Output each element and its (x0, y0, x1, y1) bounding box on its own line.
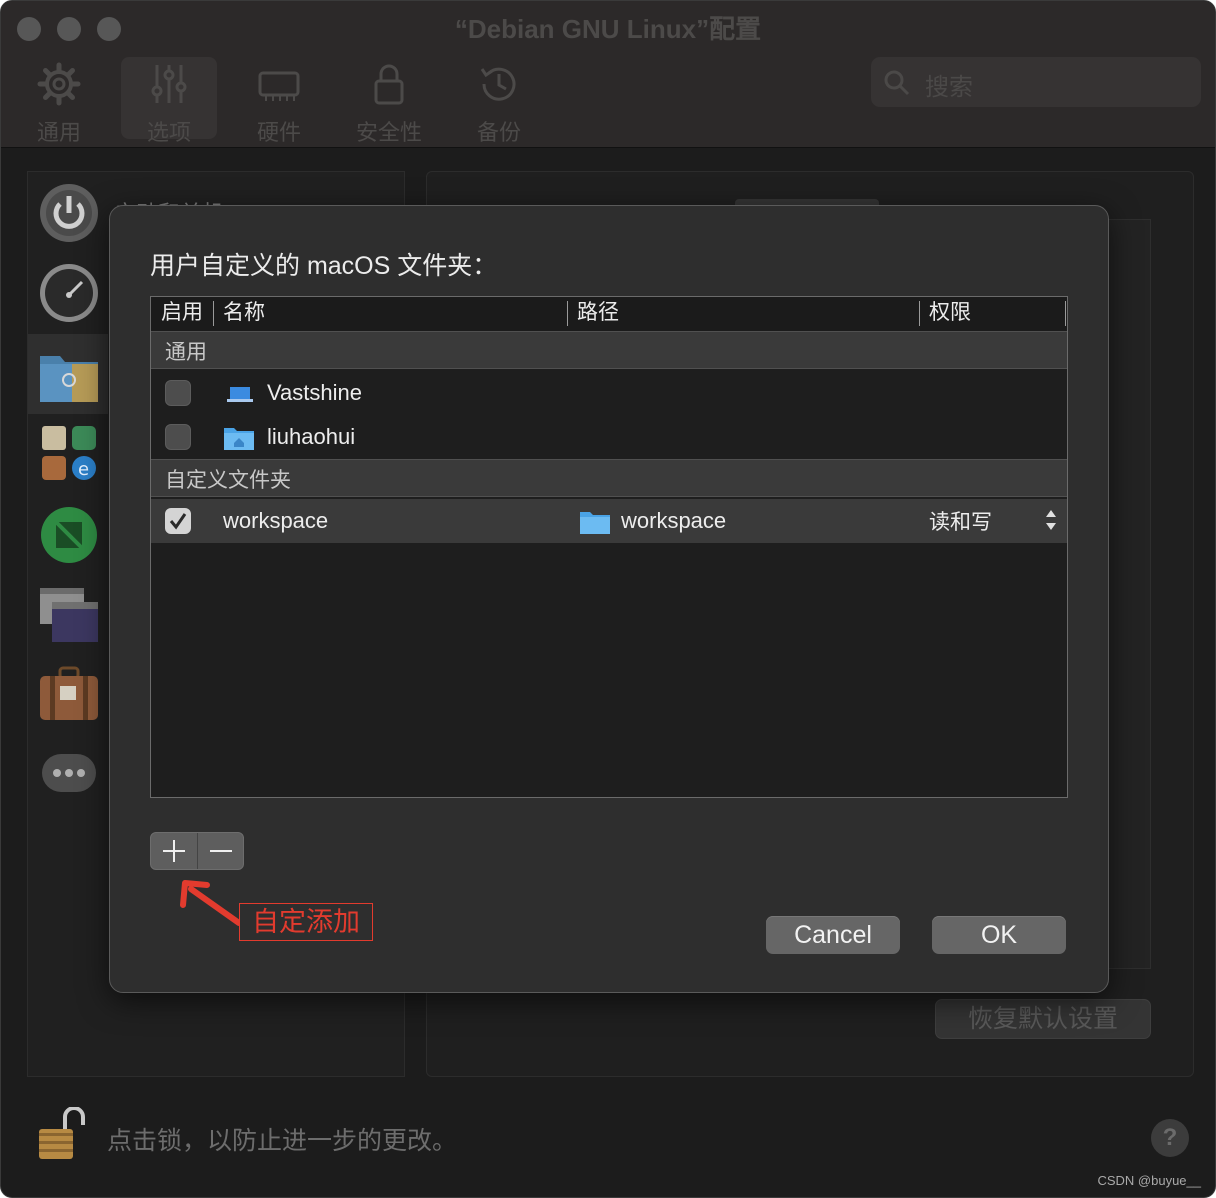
add-remove-control (150, 832, 244, 870)
toolbar-security[interactable]: 安全性 (341, 57, 437, 145)
toolbar-hardware[interactable]: 硬件 (231, 57, 327, 145)
sliders-icon (151, 65, 187, 103)
clock-history-icon (480, 67, 516, 101)
apps-icon[interactable]: e (38, 422, 100, 484)
annotation-arrow-icon (180, 880, 242, 926)
permission-select[interactable]: 读和写 (929, 506, 992, 536)
gauge-icon[interactable] (38, 262, 100, 324)
toolbar-general[interactable]: 通用 (11, 57, 107, 145)
toolbar-backup-label: 备份 (476, 120, 521, 145)
enable-checkbox[interactable] (165, 424, 191, 450)
toolbar-security-label: 安全性 (355, 120, 422, 145)
add-button[interactable] (151, 833, 197, 869)
column-separator (1065, 301, 1066, 326)
padlock-icon[interactable] (37, 1107, 87, 1163)
column-separator (213, 301, 214, 326)
more-icon[interactable] (38, 742, 100, 804)
folder-path: workspace (621, 508, 727, 533)
title-bar: “Debian GNU Linux”配置 通用 选项 硬件 安全性 备份 搜索 (1, 1, 1215, 148)
column-separator (567, 301, 568, 326)
search-field[interactable]: 搜索 (871, 57, 1201, 107)
lock-icon (374, 64, 404, 105)
folders-table: 启用 名称 路径 权限 通用 Vastshine liuhaohui 自定义文件… (150, 296, 1068, 798)
folder-name: Vastshine (267, 380, 362, 405)
sheet-title: 用户自定义的 macOS 文件夹： (150, 252, 498, 280)
lock-hint-text: 点击锁，以防止进一步的更改。 (107, 1127, 458, 1155)
gear-icon (37, 62, 81, 106)
checkmark-icon (169, 513, 187, 530)
remove-button[interactable] (198, 833, 244, 869)
help-button[interactable]: ? (1151, 1119, 1189, 1157)
laptop-icon (227, 387, 253, 402)
group-header-custom: 自定义文件夹 (151, 459, 1067, 497)
table-header: 启用 名称 路径 权限 (151, 297, 1067, 332)
group-label: 通用 (165, 341, 207, 364)
enable-checkbox[interactable] (165, 508, 191, 534)
table-row[interactable]: workspace workspace 读和写 (151, 499, 1067, 543)
folder-name: liuhaohui (267, 424, 356, 449)
cancel-button[interactable]: Cancel (766, 916, 900, 954)
group-label: 自定义文件夹 (165, 469, 291, 492)
svg-text:e: e (78, 459, 89, 480)
updown-chevron-icon[interactable] (1045, 508, 1057, 532)
chip-icon (258, 71, 300, 101)
column-path[interactable]: 路径 (577, 297, 619, 331)
toolbar-options[interactable]: 选项 (121, 57, 217, 145)
toolbar-hardware-label: 硬件 (256, 120, 301, 145)
suitcase-icon[interactable] (38, 664, 100, 726)
restore-defaults-button[interactable]: 恢复默认设置 (935, 999, 1151, 1039)
annotation-label: 自定添加 (239, 903, 373, 941)
folder-name: workspace (223, 508, 329, 533)
home-folder-icon (224, 428, 254, 450)
shared-folders-sheet: 用户自定义的 macOS 文件夹： 启用 名称 路径 权限 通用 Vastshi… (109, 205, 1109, 993)
column-enable[interactable]: 启用 (161, 297, 203, 331)
toolbar-general-label: 通用 (36, 120, 81, 145)
table-row[interactable]: Vastshine (151, 371, 1067, 415)
window-title: “Debian GNU Linux”配置 (454, 14, 762, 44)
column-name[interactable]: 名称 (223, 297, 265, 331)
folder-icon (580, 512, 610, 534)
config-window: “Debian GNU Linux”配置 通用 选项 硬件 安全性 备份 搜索 … (0, 0, 1216, 1198)
toolbar-backup[interactable]: 备份 (451, 57, 547, 145)
power-icon[interactable] (38, 182, 100, 244)
column-separator (919, 301, 920, 326)
table-row[interactable]: liuhaohui (151, 415, 1067, 459)
group-header-general: 通用 (151, 331, 1067, 369)
green-app-icon[interactable] (38, 504, 100, 566)
search-placeholder: 搜索 (925, 74, 973, 101)
search-icon (884, 70, 910, 96)
column-permission[interactable]: 权限 (929, 297, 971, 331)
windows-icon[interactable] (38, 584, 100, 646)
watermark: CSDN @buyue__ (1097, 1173, 1201, 1188)
ok-button[interactable]: OK (932, 916, 1066, 954)
enable-checkbox[interactable] (165, 380, 191, 406)
shared-folder-icon[interactable] (38, 344, 100, 406)
toolbar-options-label: 选项 (146, 120, 191, 145)
